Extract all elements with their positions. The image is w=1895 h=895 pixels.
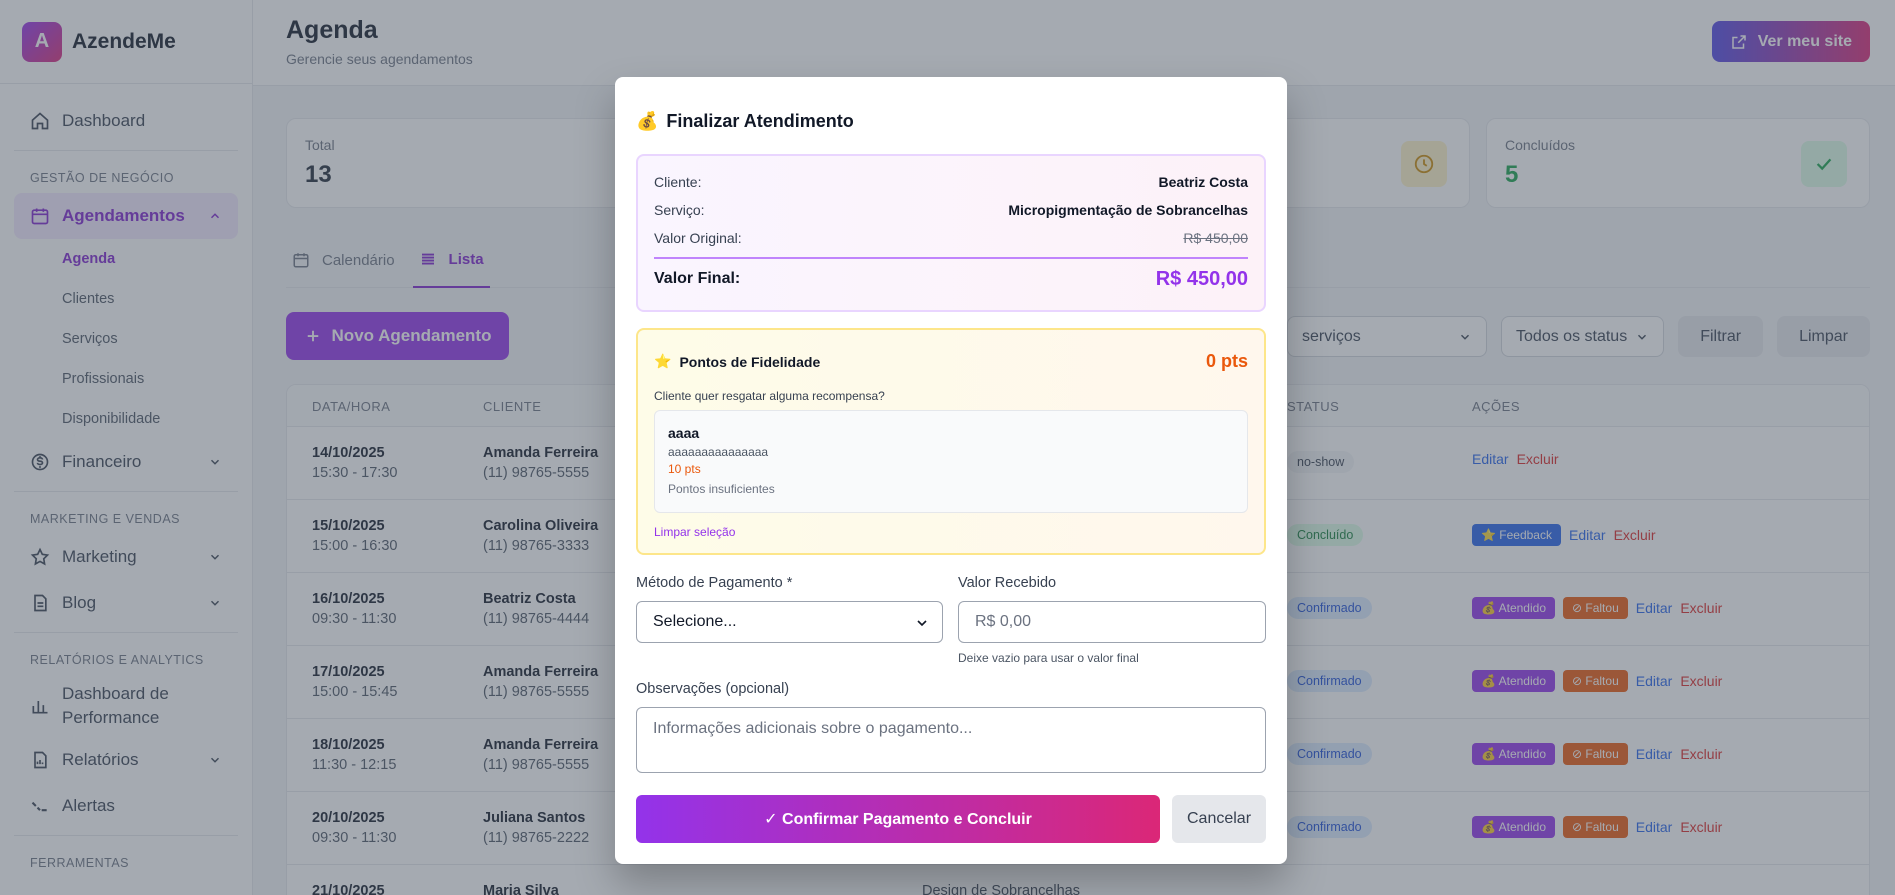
payment-method-value: Selecione...	[653, 613, 737, 630]
modal-title-text: Finalizar Atendimento	[666, 111, 854, 131]
reward-status: Pontos insuficientes	[668, 482, 775, 496]
summary-service-value: Micropigmentação de Sobrancelhas	[1008, 202, 1248, 218]
summary-client-row: Cliente: Beatriz Costa	[654, 174, 1248, 190]
summary-original-row: Valor Original: R$ 450,00	[654, 230, 1248, 246]
loyalty-card: ⭐ Pontos de Fidelidade 0 pts Cliente que…	[636, 328, 1266, 555]
cancel-button[interactable]: Cancelar	[1172, 795, 1266, 843]
loyalty-title: ⭐ Pontos de Fidelidade	[654, 353, 820, 370]
received-value-label: Valor Recebido	[958, 575, 1057, 591]
reward-name: aaaa	[668, 425, 700, 441]
summary-card: Cliente: Beatriz Costa Serviço: Micropig…	[636, 154, 1266, 312]
final-value-amount: R$ 450,00	[1155, 268, 1248, 290]
summary-client-value: Beatriz Costa	[1158, 174, 1248, 190]
received-value-hint: Deixe vazio para usar o valor final	[958, 651, 1139, 665]
notes-textarea[interactable]: Informações adicionais sobre o pagamento…	[636, 707, 1266, 773]
chevron-down-icon	[917, 620, 927, 627]
summary-client-label: Cliente:	[654, 174, 702, 190]
clear-selection-link[interactable]: Limpar seleção	[654, 525, 735, 539]
finish-appointment-modal: 💰 Finalizar Atendimento Cliente: Beatriz…	[615, 77, 1287, 864]
summary-original-label: Valor Original:	[654, 230, 742, 246]
notes-label: Observações (opcional)	[636, 681, 790, 697]
confirm-payment-button[interactable]: ✓ Confirmar Pagamento e Concluir	[636, 795, 1160, 843]
summary-original-value: R$ 450,00	[1183, 230, 1248, 246]
reward-points: 10 pts	[668, 462, 701, 476]
final-value-label: Valor Final:	[654, 270, 741, 287]
reward-description: aaaaaaaaaaaaaaa	[668, 445, 769, 459]
reward-option[interactable]: aaaa aaaaaaaaaaaaaaa 10 pts Pontos insuf…	[654, 410, 1248, 513]
summary-service-label: Serviço:	[654, 202, 705, 218]
received-value-input[interactable]: R$ 0,00	[958, 601, 1266, 643]
payment-method-select[interactable]: Selecione...	[636, 601, 943, 643]
summary-divider	[654, 257, 1248, 259]
money-bag-icon: 💰	[636, 111, 659, 131]
modal-title: 💰 Finalizar Atendimento	[636, 111, 854, 132]
star-icon: ⭐	[654, 353, 672, 369]
loyalty-points: 0 pts	[1205, 351, 1248, 371]
loyalty-title-text: Pontos de Fidelidade	[679, 353, 821, 370]
payment-method-label: Método de Pagamento *	[636, 575, 793, 591]
loyalty-question: Cliente quer resgatar alguma recompensa?	[654, 389, 885, 403]
summary-service-row: Serviço: Micropigmentação de Sobrancelha…	[654, 202, 1248, 218]
